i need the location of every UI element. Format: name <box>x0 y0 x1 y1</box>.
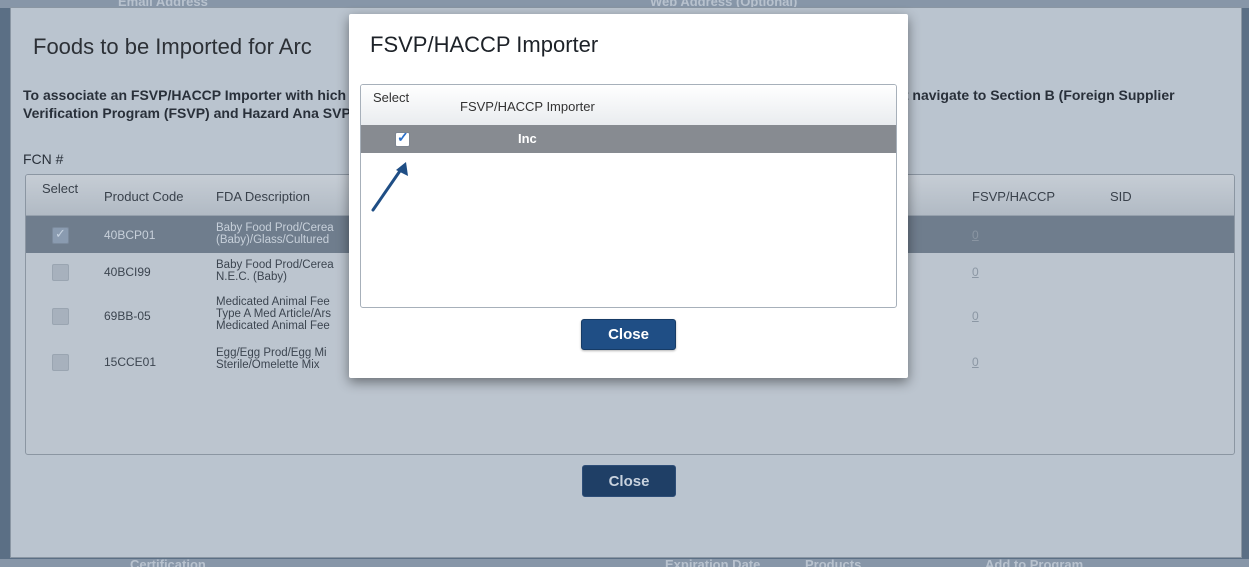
foods-modal-title: Foods to be Imported for Arc <box>33 34 312 59</box>
fsvp-link[interactable]: 0 <box>972 265 979 279</box>
fda-description: Egg/Egg Prod/Egg Mi Sterile/Omelette Mix <box>216 347 327 371</box>
row-checkbox[interactable] <box>52 264 69 281</box>
background-expiration-label: Expiration Date <box>665 559 761 567</box>
fda-description: Baby Food Prod/Cerea N.E.C. (Baby) <box>216 259 334 283</box>
check-icon: ✓ <box>397 129 409 145</box>
row-checkbox[interactable] <box>52 226 69 244</box>
dialog-title: FSVP/HACCP Importer <box>370 32 599 57</box>
background-certification-label: Certification <box>130 559 206 567</box>
fsvp-importer-dialog: FSVP/HACCP Importer Select FSVP/HACCP Im… <box>349 14 908 378</box>
background-products-label: Products <box>805 559 862 567</box>
foods-close-button[interactable]: Close <box>582 465 676 497</box>
row-checkbox[interactable] <box>52 354 69 371</box>
column-importer: FSVP/HACCP Importer <box>460 99 595 114</box>
dialog-close-button[interactable]: Close <box>581 319 676 350</box>
column-select: Select <box>373 90 410 105</box>
fcn-label: FCN # <box>23 151 64 167</box>
importer-name: Inc <box>518 131 537 146</box>
importer-table-header: Select FSVP/HACCP Importer <box>361 85 896 126</box>
fda-description: Medicated Animal Fee Type A Med Article/A… <box>216 296 332 332</box>
column-fda-description: FDA Description <box>216 189 310 204</box>
column-sid: SID <box>1110 189 1132 204</box>
background-add-label: Add to Program <box>985 559 1084 567</box>
product-code: 40BCI99 <box>104 265 151 279</box>
fda-description: Baby Food Prod/Cerea (Baby)/Glass/Culture… <box>216 222 334 246</box>
product-code: 15CCE01 <box>104 355 157 369</box>
fsvp-link[interactable]: 0 <box>972 228 979 242</box>
product-code: 40BCP01 <box>104 228 156 242</box>
fsvp-link[interactable]: 0 <box>972 309 979 323</box>
column-product-code: Product Code <box>104 189 184 204</box>
pointer-arrow-icon <box>371 162 408 212</box>
column-fsvp-haccp: FSVP/HACCP <box>972 189 1056 204</box>
importer-checkbox[interactable]: ✓ <box>395 129 410 147</box>
background-bottom-strip: Certification Expiration Date Products A… <box>0 559 1249 567</box>
column-select: Select <box>42 181 79 196</box>
product-code: 69BB-05 <box>104 309 151 323</box>
fsvp-link[interactable]: 0 <box>972 355 979 369</box>
row-checkbox[interactable] <box>52 308 69 325</box>
importer-row[interactable]: ✓ Inc <box>361 125 896 153</box>
importer-table: Select FSVP/HACCP Importer ✓ Inc <box>360 84 897 308</box>
